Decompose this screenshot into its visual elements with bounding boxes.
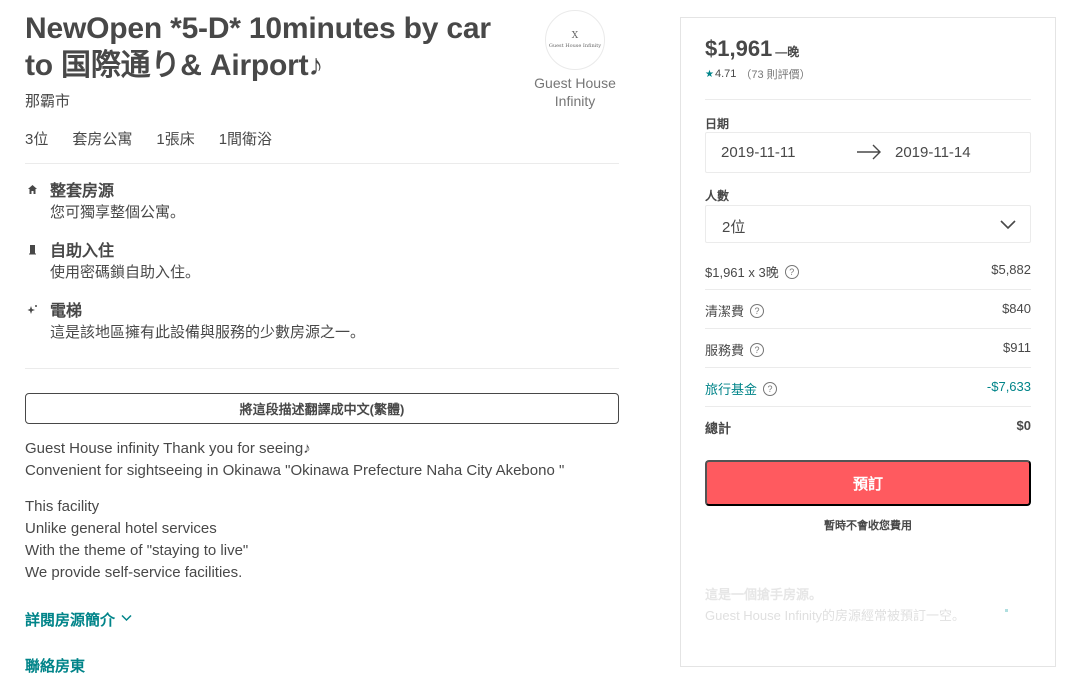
booking-card: $1,961 —晚 ★ 4.71 （73 則評價） 日期 2019-11-11 … [680, 17, 1056, 667]
price-breakdown-nights: $1,961 x 3晚? $5,882 [705, 262, 1031, 282]
diamond-icon [1005, 609, 1008, 612]
description-line: With the theme of "staying to live" [25, 542, 249, 559]
contact-host-link[interactable]: 聯絡房東 [25, 655, 85, 676]
divider [705, 289, 1031, 290]
price-total: 總計 $0 [705, 418, 1031, 438]
listing-title: NewOpen *5-D* 10minutes by car to 国際通り& … [25, 12, 491, 82]
spec-type: 套房公寓 [72, 131, 133, 148]
rating-value: 4.71 [714, 68, 737, 80]
divider [25, 163, 619, 164]
total-amount: $0 [1016, 418, 1031, 433]
line-item-amount: -$7,633 [986, 379, 1031, 394]
host-card[interactable]: X Guest House Infinity Guest House Infin… [530, 10, 620, 110]
listing-specs: 3位 套房公寓 1張床 1間衛浴 [25, 128, 272, 149]
host-logo-text: Guest House Infinity [548, 42, 602, 49]
home-icon [25, 184, 39, 198]
highlight-title: 電梯 [50, 303, 83, 320]
price-breakdown-travel-credit: 旅行基金? -$7,633 [705, 379, 1031, 399]
description-line: This facility [25, 498, 100, 515]
divider [705, 367, 1031, 368]
host-logo-mark: X [571, 30, 579, 41]
highlight-desc: 您可獨享整個公寓。 [50, 204, 186, 221]
description-paragraph: This facility Unlike general hotel servi… [25, 496, 625, 584]
rare-find-title: 這是一個搶手房源。 [705, 587, 823, 602]
read-more-link[interactable]: 詳閱房源簡介 [25, 609, 132, 630]
highlight-title: 整套房源 [50, 183, 115, 200]
line-item-amount: $911 [1003, 340, 1031, 355]
reserve-button[interactable]: 預訂 [705, 460, 1031, 506]
line-item-label[interactable]: 旅行基金 [705, 379, 757, 398]
sparkle-icon [25, 304, 39, 318]
chevron-down-icon [121, 614, 132, 625]
divider [25, 368, 619, 369]
price-row: $1,961 —晚 [705, 36, 799, 62]
description-line: We provide self-service facilities. [25, 564, 243, 581]
date-range-picker[interactable]: 2019-11-11 2019-11-14 [705, 132, 1031, 173]
nightly-price: $1,961 [705, 36, 773, 61]
highlight-desc: 使用密碼鎖自助入住。 [50, 264, 201, 281]
guests-select[interactable]: 2位 [705, 205, 1031, 243]
review-count: （73 則評價） [740, 69, 811, 81]
help-icon[interactable]: ? [750, 342, 765, 357]
door-icon [25, 244, 39, 258]
price-breakdown-cleaning: 清潔費? $840 [705, 301, 1031, 321]
description-line: Convenient for sightseeing in Okinawa "O… [25, 462, 565, 479]
host-avatar[interactable]: X Guest House Infinity [545, 10, 605, 70]
check-out-date[interactable]: 2019-11-14 [895, 144, 971, 161]
host-name[interactable]: Guest House Infinity [530, 74, 620, 110]
read-more-label: 詳閱房源簡介 [25, 612, 116, 629]
check-in-date[interactable]: 2019-11-11 [721, 144, 796, 161]
help-icon[interactable]: ? [784, 264, 799, 279]
guests-value: 2位 [722, 219, 746, 236]
chevron-down-icon [1000, 218, 1016, 230]
help-icon[interactable]: ? [763, 381, 778, 396]
dates-label: 日期 [705, 117, 730, 131]
divider [705, 328, 1031, 329]
per-night-label: —晚 [775, 45, 800, 59]
divider [705, 406, 1031, 407]
price-breakdown-service: 服務費? $911 [705, 340, 1031, 360]
help-icon[interactable]: ? [750, 303, 765, 318]
line-item-amount: $840 [1002, 301, 1031, 316]
star-icon: ★ [705, 68, 714, 80]
no-charge-note: 暫時不會收您費用 [824, 520, 912, 532]
spec-baths: 1間衛浴 [218, 131, 273, 148]
rare-find-desc: Guest House Infinity的房源經常被預訂一空。 [705, 608, 966, 623]
line-item-label: 清潔費 [705, 304, 745, 319]
line-item-label: $1,961 x 3晚 [705, 265, 779, 280]
spec-beds: 1張床 [156, 131, 195, 148]
arrow-right-icon [856, 142, 882, 162]
rating-row[interactable]: ★ 4.71 （73 則評價） [705, 66, 811, 82]
guests-label: 人數 [705, 189, 730, 203]
description-line: Unlike general hotel services [25, 520, 217, 537]
description-line: Guest House infinity Thank you for seein… [25, 440, 311, 457]
line-item-label: 服務費 [705, 343, 745, 358]
spec-guests: 3位 [25, 131, 49, 148]
description-paragraph: Guest House infinity Thank you for seein… [25, 438, 625, 482]
translate-button[interactable]: 將這段描述翻譯成中文(繁體) [25, 393, 619, 424]
line-item-amount: $5,882 [991, 262, 1031, 277]
divider [705, 99, 1031, 100]
listing-city: 那霸市 [25, 93, 71, 110]
highlight-desc: 這是該地區擁有此設備與服務的少數房源之一。 [50, 324, 366, 341]
total-label: 總計 [705, 421, 732, 436]
highlight-title: 自助入住 [50, 243, 115, 260]
